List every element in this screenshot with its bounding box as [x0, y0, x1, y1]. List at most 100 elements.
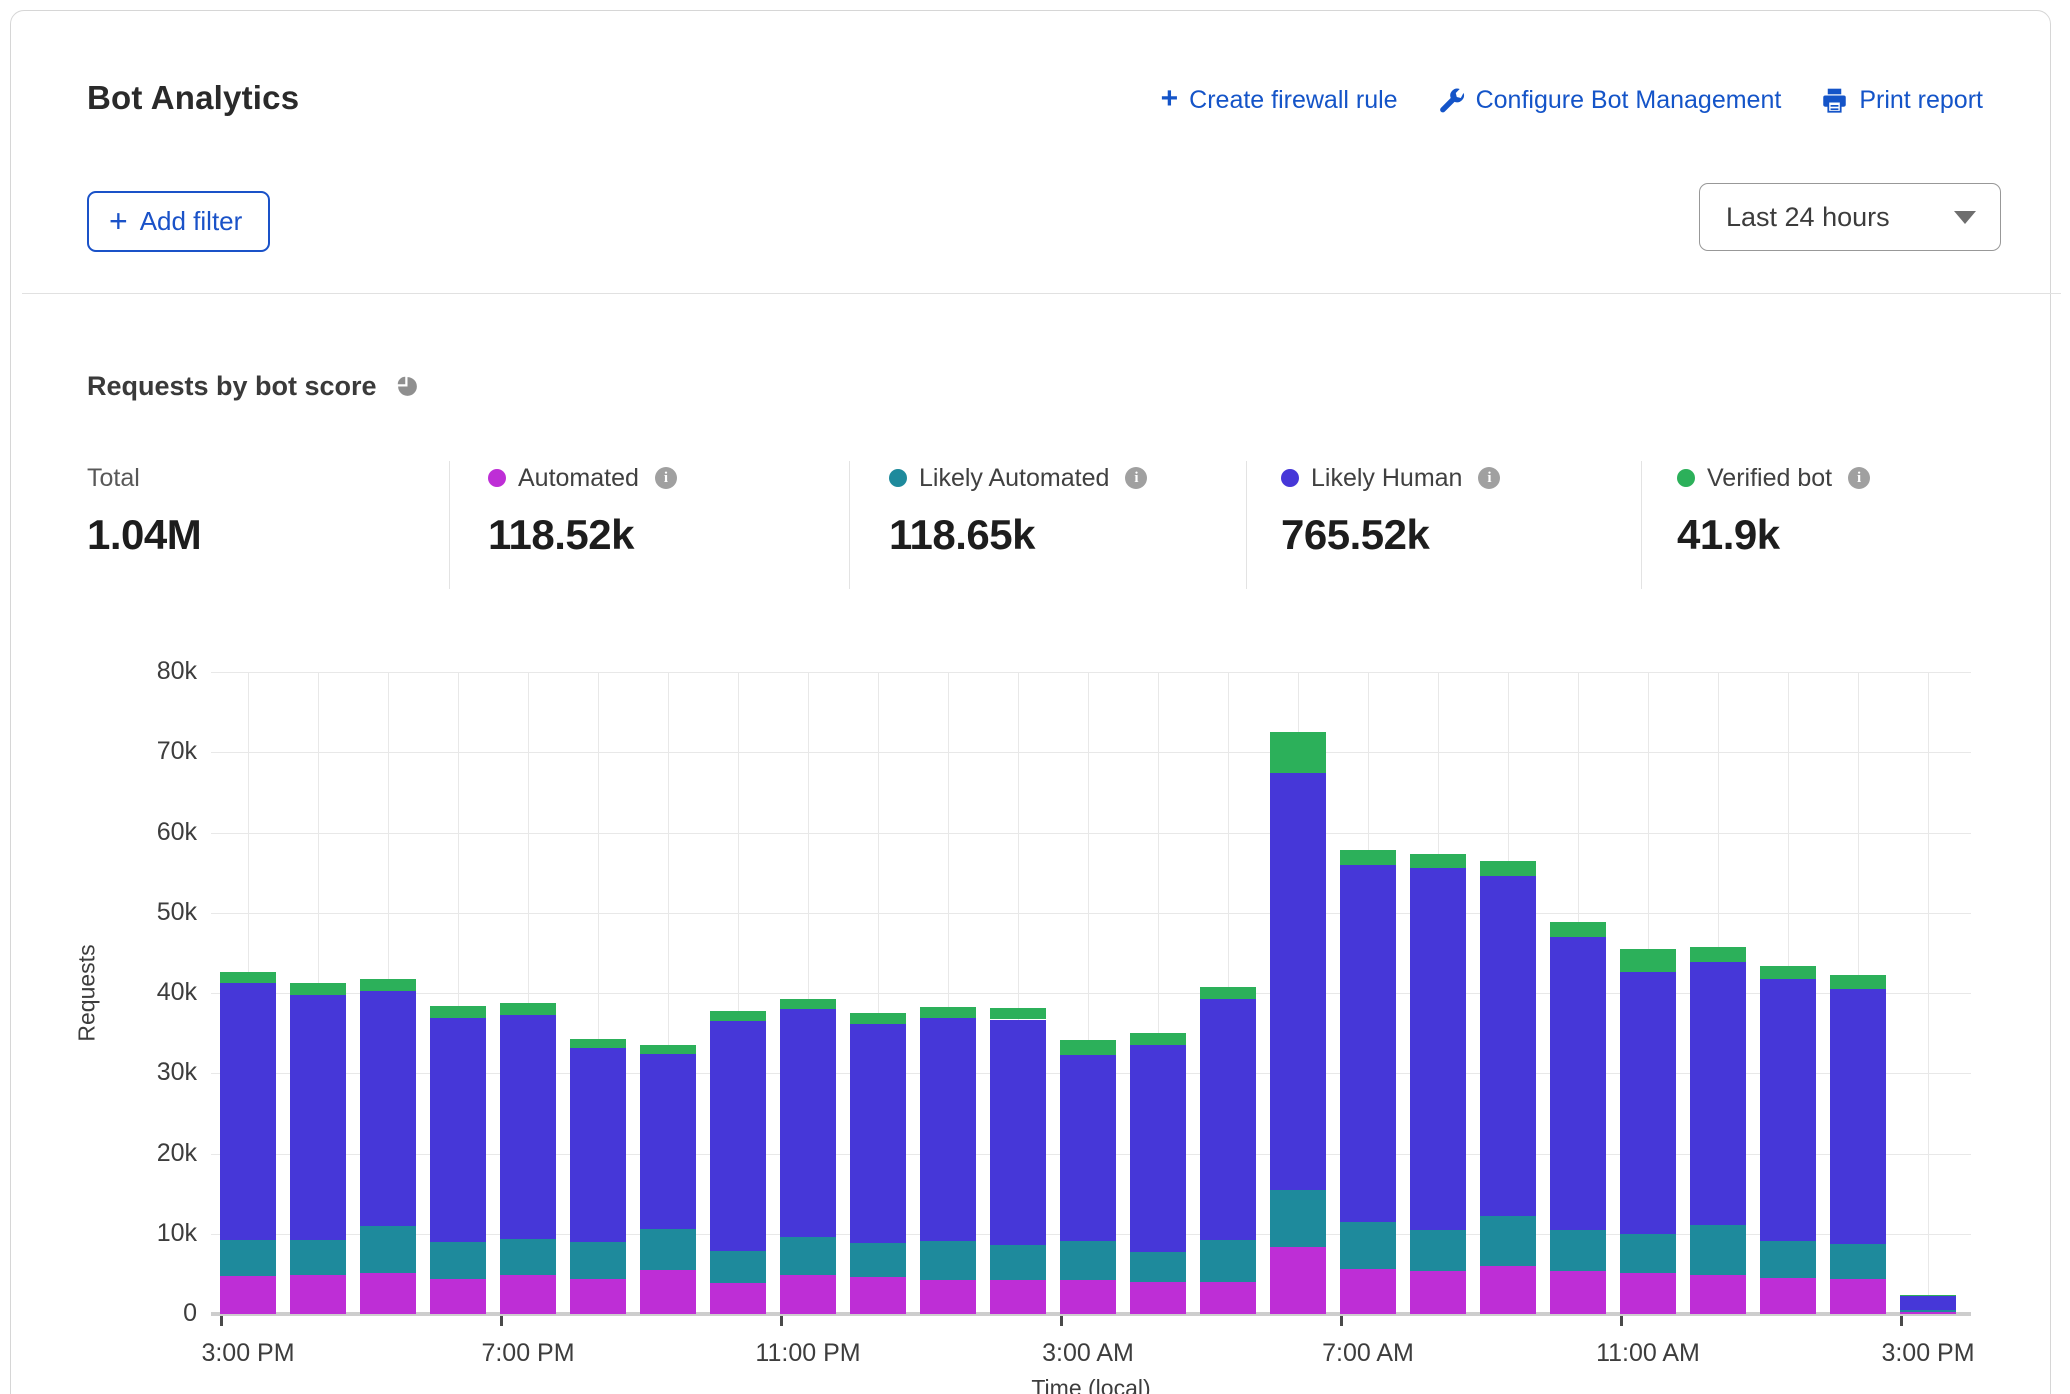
- segment-likely-automated: [710, 1251, 766, 1283]
- time-range-select[interactable]: Last 24 hours: [1699, 183, 2001, 251]
- segment-verified-bot: [1270, 732, 1326, 773]
- segment-automated: [1410, 1271, 1466, 1314]
- segment-likely-human: [1130, 1045, 1186, 1252]
- wrench-icon: [1438, 87, 1465, 114]
- bar-9-1100pm[interactable]: [780, 672, 836, 1314]
- bar-1-300pm[interactable]: [220, 672, 276, 1314]
- x-tick-label: 3:00 PM: [1881, 1339, 1974, 1368]
- header-actions: + Create firewall rule Configure Bot Man…: [1161, 85, 1983, 115]
- segment-likely-human: [640, 1054, 696, 1229]
- segment-automated: [500, 1275, 556, 1314]
- bar-2-400pm[interactable]: [290, 672, 346, 1314]
- bar-24-200pm[interactable]: [1830, 672, 1886, 1314]
- bar-19-900am[interactable]: [1480, 672, 1536, 1314]
- legend-dot-likely-human: [1281, 469, 1299, 487]
- segment-likely-human: [1900, 1296, 1956, 1310]
- y-tick-label: 70k: [107, 737, 197, 766]
- create-firewall-rule-link[interactable]: + Create firewall rule: [1161, 85, 1398, 115]
- segment-likely-automated: [290, 1240, 346, 1275]
- segment-likely-human: [290, 995, 346, 1241]
- bar-25-300pm[interactable]: [1900, 672, 1956, 1314]
- section-title: Requests by bot score: [87, 371, 377, 402]
- segment-likely-automated: [1340, 1222, 1396, 1269]
- print-report-link[interactable]: Print report: [1821, 86, 1983, 115]
- bar-20-1000am[interactable]: [1550, 672, 1606, 1314]
- bar-15-500am[interactable]: [1200, 672, 1256, 1314]
- segment-verified-bot: [1550, 922, 1606, 936]
- bar-14-400am[interactable]: [1130, 672, 1186, 1314]
- segment-verified-bot: [1480, 861, 1536, 875]
- bar-17-700am[interactable]: [1340, 672, 1396, 1314]
- segment-likely-human: [430, 1018, 486, 1242]
- stat-likely-automated-label: Likely Automated: [919, 464, 1109, 493]
- y-tick-label: 80k: [107, 657, 197, 686]
- segment-likely-automated: [1760, 1241, 1816, 1278]
- bar-22-1200pm[interactable]: [1690, 672, 1746, 1314]
- configure-bot-management-link[interactable]: Configure Bot Management: [1438, 86, 1782, 115]
- info-icon[interactable]: i: [655, 467, 677, 489]
- plus-icon: +: [109, 205, 128, 237]
- segment-likely-automated: [1900, 1310, 1956, 1312]
- segment-verified-bot: [1410, 854, 1466, 868]
- page-title: Bot Analytics: [87, 79, 299, 117]
- stat-total-label: Total: [87, 464, 140, 493]
- stat-divider: [849, 461, 850, 589]
- stat-divider: [1246, 461, 1247, 589]
- info-icon[interactable]: i: [1125, 467, 1147, 489]
- x-tick-label: 3:00 AM: [1042, 1339, 1134, 1368]
- bar-16-600am[interactable]: [1270, 672, 1326, 1314]
- segment-automated: [710, 1283, 766, 1314]
- bar-11-100am[interactable]: [920, 672, 976, 1314]
- segment-likely-human: [360, 991, 416, 1225]
- pie-chart-icon: [395, 374, 420, 399]
- segment-likely-human: [990, 1020, 1046, 1246]
- stat-total-value: 1.04M: [87, 511, 201, 559]
- segment-likely-human: [570, 1048, 626, 1242]
- segment-verified-bot: [1620, 949, 1676, 972]
- legend-dot-verified-bot: [1677, 469, 1695, 487]
- plus-icon: +: [1161, 84, 1179, 114]
- segment-verified-bot: [1830, 975, 1886, 989]
- add-filter-button[interactable]: + Add filter: [87, 191, 270, 252]
- y-axis-title: Requests: [74, 903, 101, 1083]
- stat-verified-bot-label: Verified bot: [1707, 464, 1832, 493]
- x-tick-mark: [220, 1316, 223, 1326]
- y-tick-label: 30k: [107, 1058, 197, 1087]
- segment-likely-human: [1270, 773, 1326, 1189]
- segment-likely-human: [500, 1015, 556, 1239]
- bar-23-100pm[interactable]: [1760, 672, 1816, 1314]
- segment-automated: [1760, 1278, 1816, 1314]
- header-divider: [22, 293, 2061, 294]
- printer-icon: [1821, 87, 1848, 114]
- segment-verified-bot: [1760, 966, 1816, 979]
- bar-3-500pm[interactable]: [360, 672, 416, 1314]
- bar-7-900pm[interactable]: [640, 672, 696, 1314]
- bar-13-300am[interactable]: [1060, 672, 1116, 1314]
- bar-6-800pm[interactable]: [570, 672, 626, 1314]
- segment-likely-automated: [360, 1226, 416, 1273]
- segment-verified-bot: [640, 1045, 696, 1054]
- bar-4-600pm[interactable]: [430, 672, 486, 1314]
- bar-12-200am[interactable]: [990, 672, 1046, 1314]
- segment-likely-human: [1200, 999, 1256, 1241]
- stat-likely-human-label: Likely Human: [1311, 464, 1462, 493]
- segment-likely-automated: [990, 1245, 1046, 1280]
- info-icon[interactable]: i: [1848, 467, 1870, 489]
- y-tick-label: 50k: [107, 898, 197, 927]
- stat-divider: [1641, 461, 1642, 589]
- bar-21-1100am[interactable]: [1620, 672, 1676, 1314]
- segment-likely-automated: [920, 1241, 976, 1280]
- stat-verified-bot: Verified bot i 41.9k: [1677, 463, 1870, 559]
- segment-likely-human: [920, 1018, 976, 1241]
- segment-automated: [850, 1277, 906, 1314]
- bar-10-1200am[interactable]: [850, 672, 906, 1314]
- segment-automated: [1340, 1269, 1396, 1314]
- segment-likely-automated: [1060, 1241, 1116, 1280]
- info-icon[interactable]: i: [1478, 467, 1500, 489]
- stat-divider: [449, 461, 450, 589]
- bar-8-1000pm[interactable]: [710, 672, 766, 1314]
- chevron-down-icon: [1954, 211, 1976, 224]
- bar-18-800am[interactable]: [1410, 672, 1466, 1314]
- segment-automated: [640, 1270, 696, 1314]
- bar-5-700pm[interactable]: [500, 672, 556, 1314]
